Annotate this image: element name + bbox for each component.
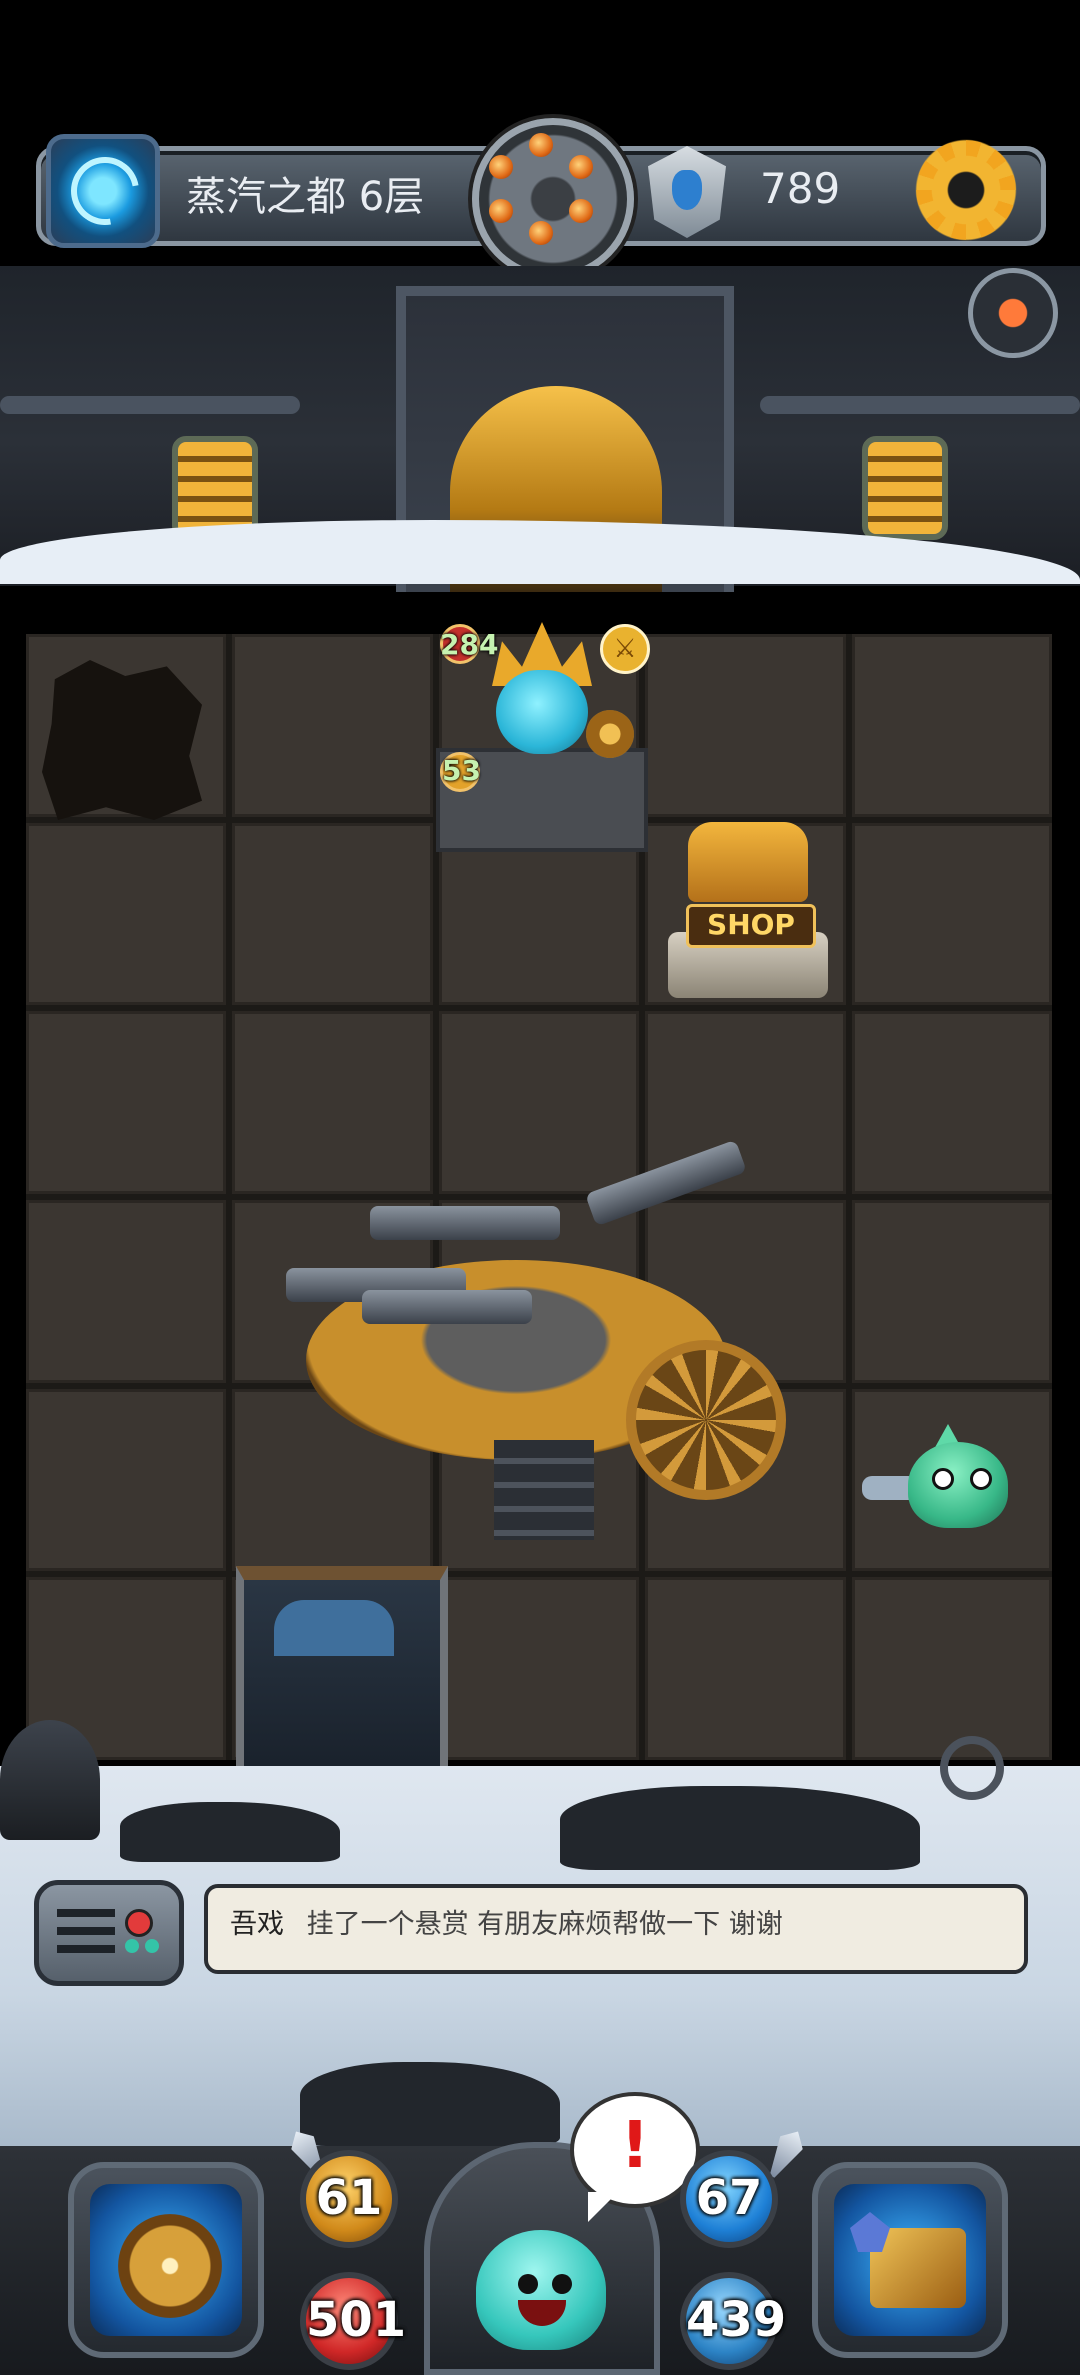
- floor-label: 蒸汽之都 6层: [186, 174, 425, 220]
- stairs-down[interactable]: [236, 1566, 448, 1782]
- portal-icon[interactable]: [46, 134, 160, 248]
- shop-building[interactable]: SHOP: [668, 822, 828, 998]
- bullet-icon: [529, 221, 553, 245]
- bullet-icon: [569, 199, 593, 223]
- hero-eye: [518, 2274, 538, 2294]
- pipe: [0, 396, 300, 414]
- bullet-icon: [569, 155, 593, 179]
- spellbook-icon: [870, 2228, 966, 2308]
- rock: [560, 1786, 920, 1870]
- slime-body: [908, 1442, 1008, 1528]
- shield-icon: [586, 710, 634, 758]
- shop-sign: SHOP: [686, 904, 816, 948]
- cannon-barrel: [362, 1290, 532, 1324]
- board-tile[interactable]: [232, 822, 433, 1006]
- cannon-barrel: [370, 1206, 560, 1240]
- board-tile[interactable]: [645, 1577, 846, 1760]
- chat-radio-button[interactable]: [34, 1880, 184, 1986]
- board-tile[interactable]: [851, 1011, 1052, 1194]
- board-tile[interactable]: [26, 1011, 227, 1194]
- equipment-button[interactable]: [68, 2162, 264, 2358]
- enemy-hp: 284: [440, 628, 499, 661]
- spellbook-panel: [834, 2184, 986, 2336]
- slime-eye: [932, 1468, 954, 1490]
- board-tile[interactable]: [26, 1200, 227, 1383]
- broken-floor: [42, 660, 202, 820]
- bullet-icon: [529, 133, 553, 157]
- board-tile[interactable]: [232, 634, 433, 817]
- board-tile[interactable]: [851, 634, 1052, 817]
- hero-eye: [552, 2274, 572, 2294]
- board-tile[interactable]: [851, 1200, 1052, 1383]
- radio-light: [125, 1909, 153, 1937]
- chat-text: 挂了一个悬赏 有朋友麻烦帮做一下 谢谢: [306, 1909, 783, 1940]
- slime-eye: [970, 1468, 992, 1490]
- hero-body: [476, 2230, 606, 2350]
- rock: [300, 2062, 560, 2146]
- cannon-barrel: [585, 1139, 747, 1227]
- board-tile[interactable]: [645, 634, 846, 817]
- board-tile[interactable]: [26, 822, 227, 1006]
- cannon-wheel: [626, 1340, 786, 1500]
- valve-wheel: [940, 1736, 1004, 1800]
- speaker-grille: [57, 1909, 115, 1953]
- defense-orb: 67: [680, 2150, 778, 2248]
- bullet-icon: [489, 155, 513, 179]
- currency-count: 789: [760, 164, 841, 213]
- mp-orb: 439: [680, 2272, 786, 2370]
- revolver-cylinder-icon[interactable]: [472, 118, 634, 280]
- chat-message[interactable]: 吾戏 挂了一个悬赏 有朋友麻烦帮做一下 谢谢: [204, 1884, 1028, 1974]
- chat-sender: 吾戏: [230, 1909, 284, 1940]
- board-tile[interactable]: [438, 1577, 640, 1760]
- enemy-attack: 53: [442, 754, 481, 787]
- radio-knob: [145, 1939, 159, 1953]
- steam-tank: [0, 1720, 100, 1840]
- hero-portrait[interactable]: [466, 2200, 616, 2350]
- board-tile[interactable]: [26, 1388, 227, 1572]
- enemy-body: [496, 670, 588, 754]
- radio-knob: [125, 1939, 139, 1953]
- boss-indicator-icon[interactable]: [968, 268, 1058, 358]
- vent-light: [862, 436, 948, 540]
- gear-icon[interactable]: [910, 134, 1022, 246]
- sword-icon: ⚔: [600, 624, 650, 674]
- steam-cannon[interactable]: [286, 1139, 786, 1540]
- board-tile[interactable]: [851, 1577, 1052, 1760]
- green-slime-npc[interactable]: [862, 1424, 1046, 1534]
- cannon-stairs: [494, 1440, 594, 1540]
- rock: [120, 1802, 340, 1862]
- helmet-compass-icon: [118, 2214, 222, 2318]
- hp-orb: 501: [300, 2272, 406, 2370]
- pipe: [760, 396, 1080, 414]
- shop-roof: [688, 822, 808, 902]
- equipment-panel: [90, 2184, 242, 2336]
- board-tile[interactable]: [851, 822, 1052, 1006]
- spellbook-button[interactable]: [812, 2162, 1008, 2358]
- bullet-icon: [489, 199, 513, 223]
- attack-orb: 61: [300, 2150, 398, 2248]
